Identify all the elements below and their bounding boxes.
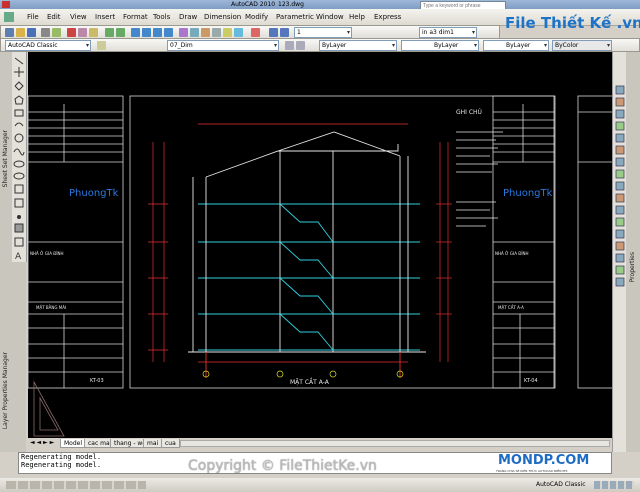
horizontal-scrollbar[interactable]: [180, 440, 610, 447]
help-icon[interactable]: [251, 28, 260, 37]
layer-dropdown[interactable]: 07_Dim: [167, 40, 279, 51]
new-icon[interactable]: [5, 28, 14, 37]
menu-window[interactable]: Window: [316, 9, 344, 25]
make-current-icon[interactable]: [285, 41, 294, 50]
left-dock-blank: [12, 262, 26, 452]
drawing-canvas[interactable]: MẶT CẮT A-A GHI CHÚ NHÀ Ở GIA ĐÌNH MẶT B…: [28, 52, 612, 438]
cut-icon[interactable]: [67, 28, 76, 37]
markup-icon[interactable]: [223, 28, 232, 37]
pan-icon[interactable]: [131, 28, 140, 37]
design-center-icon[interactable]: [190, 28, 199, 37]
drafting-buttons[interactable]: [6, 481, 146, 489]
color-dropdown[interactable]: ByLayer: [319, 40, 397, 51]
modify-toolbar: [612, 52, 627, 452]
redo-icon[interactable]: [116, 28, 125, 37]
workspace-dropdown[interactable]: AutoCAD Classic: [5, 40, 91, 51]
left-sheet-number: KT-03: [90, 378, 104, 384]
open-icon[interactable]: [16, 28, 25, 37]
menu-view[interactable]: View: [70, 9, 87, 25]
menu-express[interactable]: Express: [374, 9, 401, 25]
building-section: [188, 131, 426, 378]
layer-properties-manager-label[interactable]: Layer Properties Manager: [2, 352, 9, 429]
layers-toolbar: AutoCAD Classic 07_Dim ByLayer ByLayer B…: [0, 38, 640, 52]
tab-cua[interactable]: cua: [161, 439, 180, 448]
right-sheet-name: MẶT CẮT A-A: [498, 305, 524, 310]
status-tray-icons[interactable]: [594, 481, 634, 489]
right-palette-strip: Properties: [626, 52, 640, 452]
properties-palette-label[interactable]: Properties: [629, 252, 636, 282]
section-title: MẶT CẮT A-A: [290, 378, 330, 386]
tab-model[interactable]: Model: [60, 439, 87, 448]
left-palette-strip: Sheet Set Manager Layer Properties Manag…: [0, 52, 12, 452]
tab-mai[interactable]: mai: [143, 439, 163, 448]
properties-icon[interactable]: [179, 28, 188, 37]
draw-toolbar: A: [12, 52, 27, 262]
right-sheet-frame: [492, 95, 612, 389]
standard-toolbar: 1 in a3 dim1: [0, 25, 500, 39]
layer-previous-icon[interactable]: [296, 41, 305, 50]
svg-text:A: A: [15, 252, 22, 262]
right-brand-text: PhuongTk: [503, 188, 553, 199]
right-sheet-number: KT-04: [524, 378, 538, 384]
notes-title: GHI CHÚ: [456, 109, 482, 116]
dim-style-icon[interactable]: [280, 28, 289, 37]
mondp-logo: MONDP.COM: [498, 453, 590, 468]
layer-properties-icon[interactable]: [97, 41, 106, 50]
tool-palettes-icon[interactable]: [201, 28, 210, 37]
text-style-dropdown[interactable]: 1: [294, 27, 352, 38]
menu-modify[interactable]: Modify: [245, 9, 268, 25]
lineweight-dropdown[interactable]: ByLayer: [483, 40, 549, 51]
paste-icon[interactable]: [89, 28, 98, 37]
sheet-set-manager-label[interactable]: Sheet Set Manager: [2, 130, 9, 187]
left-sheet-name: MẶT BẰNG MÁI: [36, 305, 66, 310]
app-title: AutoCAD 2010: [231, 1, 276, 8]
dimension-lines: [148, 123, 452, 363]
left-brand-text: PhuongTk: [69, 188, 119, 199]
left-project-name: NHÀ Ở GIA ĐÌNH: [30, 251, 64, 256]
right-project-name: NHÀ Ở GIA ĐÌNH: [495, 251, 529, 256]
file-title: 123.dwg: [278, 1, 304, 8]
text-style-icon[interactable]: [269, 28, 278, 37]
cad-drawing: MẶT CẮT A-A GHI CHÚ NHÀ Ở GIA ĐÌNH MẶT B…: [28, 95, 612, 437]
modify-toolbar-icons[interactable]: [613, 52, 627, 452]
calculator-icon[interactable]: [234, 28, 243, 37]
undo-icon[interactable]: [105, 28, 114, 37]
zoom-previous-icon[interactable]: [164, 28, 173, 37]
plot-icon[interactable]: [41, 28, 50, 37]
menu-insert[interactable]: Insert: [95, 9, 115, 25]
plotstyle-dropdown[interactable]: ByColor: [552, 40, 612, 51]
menu-draw[interactable]: Draw: [179, 9, 197, 25]
zoom-window-icon[interactable]: [153, 28, 162, 37]
menu-parametric[interactable]: Parametric: [276, 9, 314, 25]
dim-style-dropdown[interactable]: in a3 dim1: [419, 27, 477, 38]
filethietke-logo: File Thiết Kế .vn: [505, 14, 640, 32]
menu-format[interactable]: Format: [123, 9, 148, 25]
zoom-realtime-icon[interactable]: [142, 28, 151, 37]
linetype-dropdown[interactable]: ByLayer: [401, 40, 479, 51]
menu-edit[interactable]: Edit: [47, 9, 61, 25]
save-icon[interactable]: [27, 28, 36, 37]
grid-markers: [202, 370, 404, 378]
mondp-tagline: TRANG CHIA SẺ KIẾN THỨC AUTOCAD MIỄN PHÍ: [496, 469, 568, 473]
workspace-status[interactable]: AutoCAD Classic: [536, 481, 586, 488]
menu-dimension[interactable]: Dimension: [204, 9, 241, 25]
copy-icon[interactable]: [78, 28, 87, 37]
ucs-icon: [33, 380, 65, 437]
app-logo-icon[interactable]: [2, 1, 10, 8]
menu-tools[interactable]: Tools: [153, 9, 170, 25]
sheet-set-icon[interactable]: [212, 28, 221, 37]
menu-file[interactable]: File: [27, 9, 39, 25]
notes-block: [456, 131, 503, 227]
menu-help[interactable]: Help: [349, 9, 365, 25]
watermark-logo-top: File Thiết Kế .vn: [505, 14, 640, 38]
preview-icon[interactable]: [52, 28, 61, 37]
menu-app-icon[interactable]: [4, 12, 14, 22]
status-bar: AutoCAD Classic: [0, 478, 640, 492]
tab-nav-arrows-icon[interactable]: ◄ ◄ ► ►: [30, 439, 54, 446]
copyright-watermark: Copyright © FileThietKe.vn: [188, 458, 377, 474]
draw-toolbar-icons[interactable]: A: [12, 52, 26, 262]
title-bar: AutoCAD 2010 123.dwg: [0, 0, 640, 10]
